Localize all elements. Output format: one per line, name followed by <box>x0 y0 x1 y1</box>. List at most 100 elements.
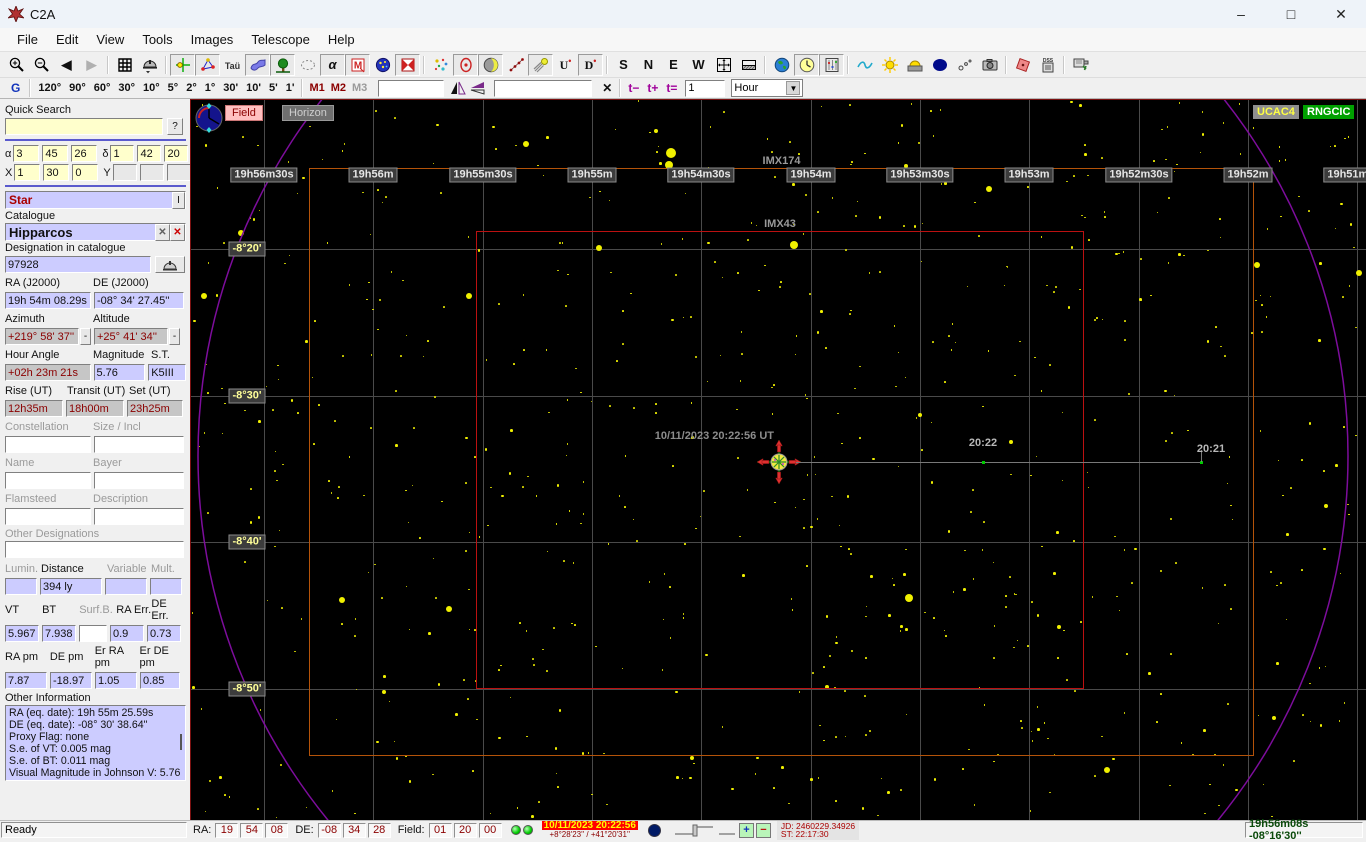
fov-5-button[interactable]: 5' <box>265 80 282 96</box>
flip-horizontal-icon[interactable] <box>450 81 467 95</box>
map-tab-field[interactable]: Field <box>225 105 263 121</box>
altitude-more-button[interactable]: - <box>169 328 180 345</box>
menu-tools[interactable]: Tools <box>133 29 181 50</box>
menu-images[interactable]: Images <box>182 29 243 50</box>
alpha-h-input[interactable] <box>13 145 40 162</box>
dss-frame-button[interactable]: DSS <box>1035 54 1060 76</box>
fov-1-button[interactable]: 1° <box>201 80 220 96</box>
alpha-m-input[interactable] <box>42 145 69 162</box>
mark-m1-button[interactable]: M1 <box>306 80 327 96</box>
time-speed-slider[interactable] <box>673 822 737 838</box>
menu-edit[interactable]: Edit <box>47 29 87 50</box>
fov-90-button[interactable]: 90° <box>65 80 90 96</box>
time-plus-button[interactable]: + <box>738 822 754 838</box>
delta-m-input[interactable] <box>137 145 162 162</box>
flip-vertical-icon[interactable] <box>470 81 486 95</box>
plate-button[interactable] <box>1010 54 1035 76</box>
ecliptic-wave-button[interactable] <box>852 54 877 76</box>
constellation-names-button[interactable]: Taü <box>220 54 245 76</box>
alpha-s-input[interactable] <box>71 145 98 162</box>
messier-labels-button[interactable]: M <box>345 53 370 76</box>
y3-input[interactable] <box>166 164 190 181</box>
nav-back-button[interactable]: ◀ <box>54 54 79 76</box>
comets-button[interactable] <box>528 53 553 76</box>
star-cluster-button[interactable] <box>428 54 453 76</box>
catalogue-badge-rngcic[interactable]: RNGCIC <box>1303 105 1355 119</box>
designation-value[interactable]: 97928 <box>5 256 151 273</box>
earth-view-button[interactable] <box>769 54 794 76</box>
x2-input[interactable] <box>43 164 70 181</box>
landscape-button[interactable] <box>270 53 295 76</box>
map-tab-horizon[interactable]: Horizon <box>282 105 334 121</box>
clear-search-button[interactable]: ✕ <box>598 79 616 97</box>
object-type-list-button[interactable]: I <box>172 191 185 209</box>
y1-input[interactable] <box>112 164 137 181</box>
dir-south-button[interactable]: S <box>611 54 636 76</box>
time-minus-button[interactable]: − <box>755 822 771 838</box>
horizon-box-button[interactable] <box>736 54 761 76</box>
night-mode-button[interactable] <box>927 54 952 76</box>
dir-west-button[interactable]: W <box>686 54 711 76</box>
milky-way-button[interactable] <box>245 53 270 76</box>
time-set-button[interactable]: t= <box>662 79 681 97</box>
minimize-button[interactable]: – <box>1216 0 1266 28</box>
dome-dropdown-button[interactable] <box>137 54 162 76</box>
delta-d-input[interactable] <box>110 145 135 162</box>
time-plus-button[interactable]: t+ <box>643 79 662 97</box>
fov-5-button[interactable]: 5° <box>164 80 183 96</box>
sun-button[interactable] <box>877 54 902 76</box>
telescope-control-button[interactable] <box>1068 54 1093 76</box>
reference-frame-button[interactable] <box>395 53 420 76</box>
dir-north-button[interactable]: N <box>636 54 661 76</box>
quick-search-help-button[interactable]: ? <box>167 118 183 135</box>
catalogue-next-button[interactable]: ✕ <box>170 223 185 241</box>
object-search-input[interactable] <box>494 79 593 97</box>
control-panel-button[interactable] <box>819 53 844 76</box>
time-step-input[interactable] <box>685 79 726 97</box>
time-minus-button[interactable]: t− <box>624 79 643 97</box>
constellation-lines-button[interactable] <box>195 53 220 76</box>
zoom-out-button[interactable] <box>29 54 54 76</box>
fov-10-button[interactable]: 10° <box>139 80 164 96</box>
fov-60-button[interactable]: 60° <box>90 80 115 96</box>
close-button[interactable]: ✕ <box>1316 0 1366 28</box>
menu-file[interactable]: File <box>8 29 47 50</box>
moon-phase-button[interactable] <box>478 53 503 76</box>
zoom-in-button[interactable] <box>4 54 29 76</box>
center-reticle-button[interactable] <box>170 53 195 76</box>
delta-s-input[interactable] <box>164 145 189 162</box>
grid-button[interactable] <box>112 54 137 76</box>
fov-30-button[interactable]: 30' <box>219 80 242 96</box>
deepsky-labels-button[interactable]: D• <box>578 53 603 76</box>
catalogue-badge-ucac4[interactable]: UCAC4 <box>1253 105 1299 119</box>
x1-input[interactable] <box>14 164 41 181</box>
ellipse-dashed-button[interactable] <box>295 54 320 76</box>
nav-forward-button[interactable]: ▶ <box>79 54 104 76</box>
x3-input[interactable] <box>72 164 99 181</box>
galaxy-view-button[interactable]: G <box>5 79 26 97</box>
quick-search-input[interactable] <box>5 118 163 135</box>
fov-30-button[interactable]: 30° <box>114 80 139 96</box>
mark-m3-button[interactable]: M3 <box>349 80 370 96</box>
deep-sky-button[interactable] <box>370 54 395 76</box>
fov-120-button[interactable]: 120° <box>34 80 65 96</box>
star-names-alpha-button[interactable]: α <box>320 53 345 76</box>
menu-view[interactable]: View <box>87 29 133 50</box>
azimuth-more-button[interactable]: - <box>80 328 91 345</box>
goto-telescope-button[interactable] <box>155 256 185 273</box>
nebula-galaxy-button[interactable] <box>453 53 478 76</box>
satellite-dots-button[interactable] <box>952 54 977 76</box>
maximize-button[interactable]: □ <box>1266 0 1316 28</box>
search-input[interactable] <box>378 79 445 97</box>
uranus-labels-button[interactable]: U• <box>553 54 578 76</box>
center-field-button[interactable] <box>711 54 736 76</box>
clock-button[interactable] <box>794 53 819 76</box>
menu-help[interactable]: Help <box>319 29 364 50</box>
asteroids-button[interactable] <box>503 54 528 76</box>
fov-1-button[interactable]: 1' <box>282 80 299 96</box>
mark-m2-button[interactable]: M2 <box>328 80 349 96</box>
y2-input[interactable] <box>139 164 164 181</box>
catalogue-prev-button[interactable]: ✕ <box>155 223 170 241</box>
sky-map[interactable]: IMX174 IMX43 19h56m30s 19h56m 19h55m30s 19h55… <box>190 99 1366 820</box>
dir-east-button[interactable]: E <box>661 54 686 76</box>
